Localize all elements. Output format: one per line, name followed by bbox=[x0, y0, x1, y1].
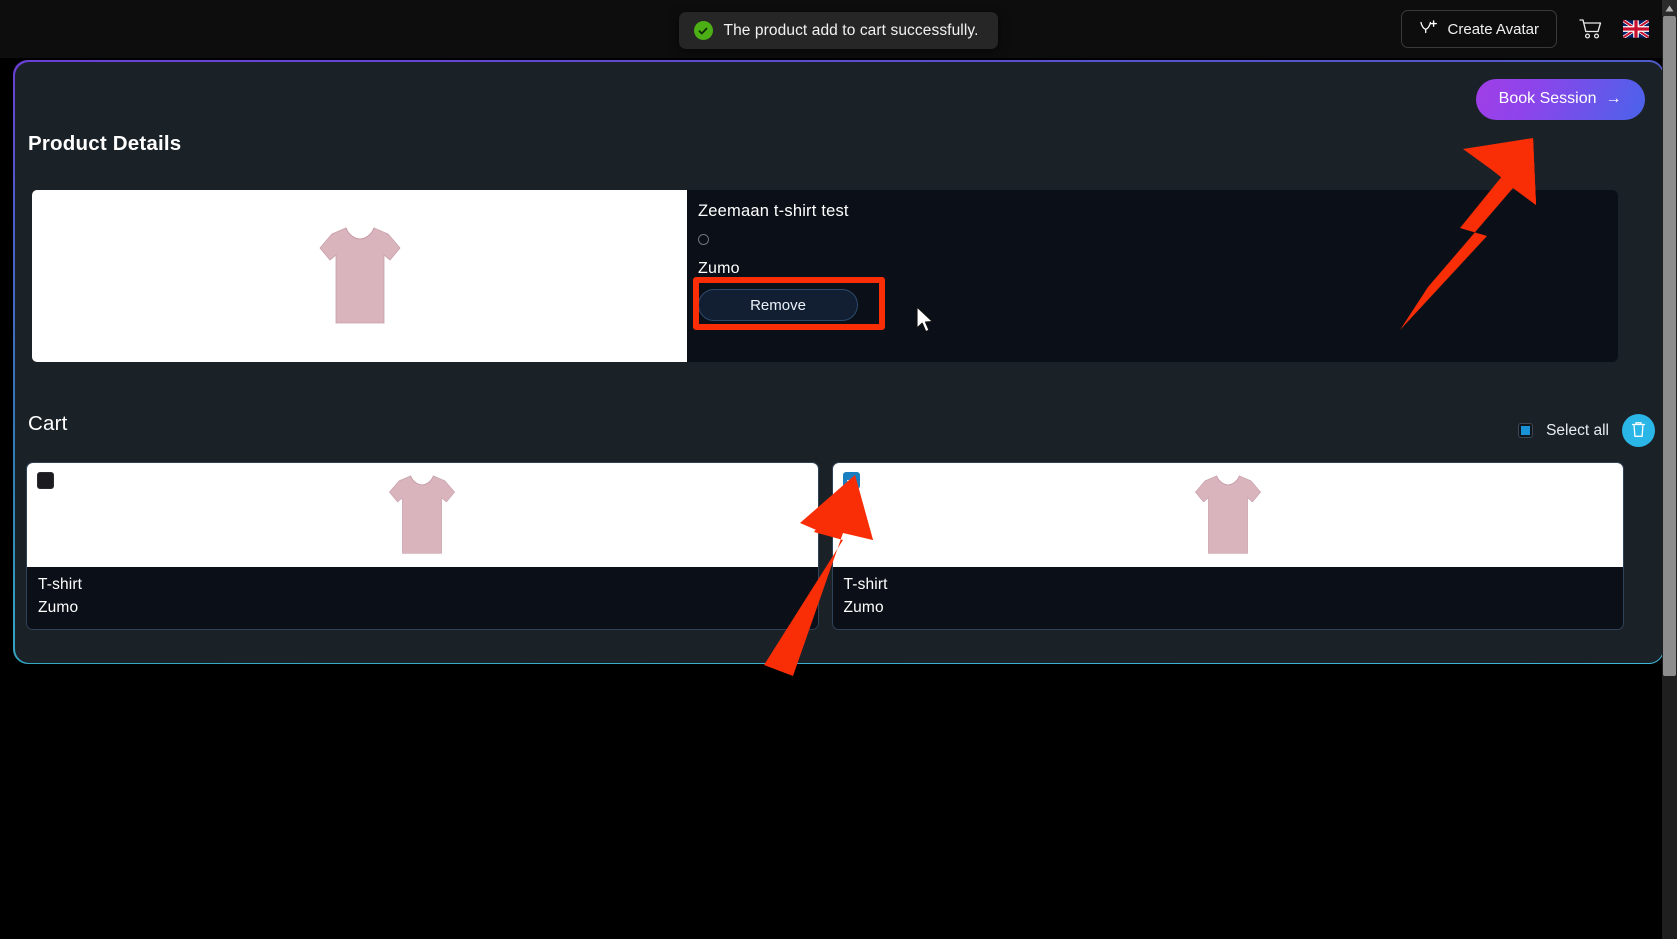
cart-item[interactable]: T-shirt Zumo bbox=[26, 462, 819, 630]
scrollbar-thumb[interactable] bbox=[1663, 16, 1676, 676]
shopping-cart-icon[interactable] bbox=[1579, 18, 1603, 40]
avatar-plus-icon bbox=[1419, 19, 1438, 40]
cart-item-checkbox[interactable] bbox=[842, 472, 860, 489]
cart-item-image bbox=[832, 463, 1623, 567]
app-root: The product add to cart successfully. Cr… bbox=[0, 0, 1677, 939]
product-image bbox=[32, 190, 687, 362]
check-circle-icon bbox=[693, 21, 713, 40]
cart-item-image bbox=[27, 463, 818, 567]
product-details-card: Zeemaan t-shirt test Zumo Remove bbox=[32, 190, 1618, 362]
select-all-label: Select all bbox=[1546, 421, 1609, 439]
uk-flag-icon[interactable] bbox=[1623, 20, 1649, 38]
pink-tshirt-image bbox=[389, 475, 456, 554]
trash-icon bbox=[1631, 421, 1646, 441]
product-info: Zeemaan t-shirt test Zumo Remove bbox=[687, 190, 1618, 362]
pink-tshirt-image bbox=[1194, 475, 1261, 554]
top-bar: The product add to cart successfully. Cr… bbox=[0, 0, 1677, 58]
create-avatar-label: Create Avatar bbox=[1447, 20, 1539, 38]
book-session-button[interactable]: Book Session → bbox=[1475, 78, 1645, 120]
cart-item-details: T-shirt Zumo bbox=[832, 567, 1623, 629]
cart-item-brand: Zumo bbox=[843, 599, 884, 616]
arrow-right-icon: → bbox=[1605, 90, 1622, 107]
pink-tshirt-image bbox=[318, 227, 401, 324]
toast-message: The product add to cart successfully. bbox=[723, 21, 979, 39]
create-avatar-button[interactable]: Create Avatar bbox=[1400, 10, 1557, 48]
cart-heading: Cart bbox=[28, 412, 68, 435]
cart-toolbar: Select all bbox=[1518, 414, 1655, 447]
cart-item-name: T-shirt bbox=[843, 576, 888, 593]
select-all-checkbox[interactable] bbox=[1518, 423, 1534, 438]
cart-item-checkbox[interactable] bbox=[37, 472, 54, 489]
cart-item-name: T-shirt bbox=[38, 576, 83, 593]
color-swatch-icon[interactable] bbox=[698, 234, 709, 245]
cart-item[interactable]: T-shirt Zumo bbox=[831, 462, 1624, 630]
page-title: Product Details bbox=[28, 132, 182, 155]
scroll-up-arrow-icon[interactable] bbox=[1662, 0, 1677, 16]
product-name: Zeemaan t-shirt test bbox=[698, 202, 849, 220]
cart-item-details: T-shirt Zumo bbox=[27, 567, 818, 629]
toast-notification: The product add to cart successfully. bbox=[678, 12, 999, 49]
delete-selected-button[interactable] bbox=[1622, 414, 1655, 447]
book-session-label: Book Session bbox=[1498, 90, 1597, 107]
cart-item-brand: Zumo bbox=[38, 599, 79, 616]
cart-items-grid: T-shirt Zumo T-shirt Zumo bbox=[26, 462, 1624, 630]
remove-button[interactable]: Remove bbox=[698, 289, 858, 321]
page-scrollbar[interactable] bbox=[1662, 0, 1677, 939]
product-brand: Zumo bbox=[698, 260, 740, 277]
